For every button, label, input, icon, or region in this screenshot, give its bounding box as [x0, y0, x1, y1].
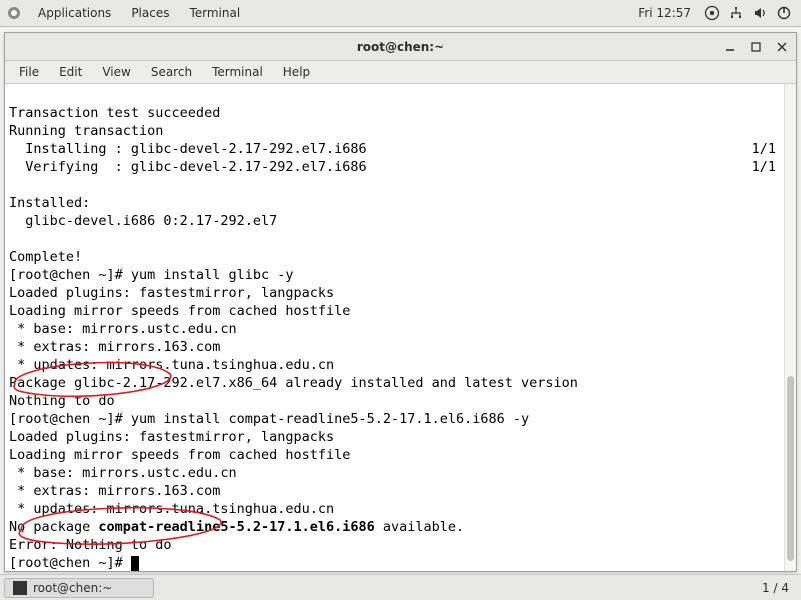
- term-ratio: 1/1: [752, 140, 776, 158]
- workspace-indicator[interactable]: 1 / 4: [754, 579, 797, 597]
- taskbar: root@chen:~ 1 / 4: [0, 574, 801, 600]
- menu-terminal[interactable]: Terminal: [202, 62, 273, 82]
- panel-menu-applications[interactable]: Applications: [28, 2, 121, 24]
- term-line: * base: mirrors.ustc.edu.cn: [9, 465, 237, 481]
- volume-icon[interactable]: [749, 2, 771, 24]
- term-line: [root@chen ~]#: [9, 555, 131, 571]
- term-line: Installing : glibc-devel-2.17-292.el7.i6…: [9, 141, 367, 157]
- scrollbar-thumb[interactable]: [787, 376, 794, 561]
- term-line: Error: Nothing to do: [9, 537, 172, 553]
- activities-icon[interactable]: [6, 5, 22, 21]
- minimize-button[interactable]: [722, 39, 738, 55]
- taskbar-item-label: root@chen:~: [33, 581, 112, 595]
- term-line: Loading mirror speeds from cached hostfi…: [9, 303, 350, 319]
- term-line: [root@chen ~]# yum install compat-readli…: [9, 411, 529, 427]
- term-ratio: 1/1: [752, 158, 776, 176]
- term-line: [root@chen ~]# yum install glibc -y: [9, 267, 293, 283]
- menu-view[interactable]: View: [92, 62, 140, 82]
- term-line: Running transaction: [9, 123, 163, 139]
- term-line: * updates: mirrors.tuna.tsinghua.edu.cn: [9, 357, 334, 373]
- maximize-button[interactable]: [748, 39, 764, 55]
- term-line: Loaded plugins: fastestmirror, langpacks: [9, 429, 334, 445]
- panel-menu-places[interactable]: Places: [121, 2, 179, 24]
- term-line: Verifying : glibc-devel-2.17-292.el7.i68…: [9, 159, 367, 175]
- term-line: available.: [375, 519, 464, 535]
- term-line: Loading mirror speeds from cached hostfi…: [9, 447, 350, 463]
- term-line: glibc-devel.i686 0:2.17-292.el7: [9, 213, 277, 229]
- term-line: * base: mirrors.ustc.edu.cn: [9, 321, 237, 337]
- top-panel: Applications Places Terminal Fri 12:57: [0, 0, 801, 27]
- term-line: Nothing to do: [9, 393, 115, 409]
- taskbar-item-terminal[interactable]: root@chen:~: [4, 578, 154, 598]
- term-line: * extras: mirrors.163.com: [9, 339, 220, 355]
- menu-search[interactable]: Search: [141, 62, 202, 82]
- power-icon[interactable]: [773, 2, 795, 24]
- term-line: * extras: mirrors.163.com: [9, 483, 220, 499]
- network-icon[interactable]: [725, 2, 747, 24]
- menu-help[interactable]: Help: [273, 62, 320, 82]
- terminal-scrollbar[interactable]: [784, 84, 796, 571]
- term-line: Transaction test succeeded: [9, 105, 220, 121]
- term-line: No package: [9, 519, 98, 535]
- terminal-window: root@chen:~ File Edit View Search Termin…: [4, 32, 797, 572]
- window-title: root@chen:~: [357, 40, 444, 54]
- titlebar[interactable]: root@chen:~: [5, 33, 796, 61]
- term-line: Complete!: [9, 249, 82, 265]
- accessibility-icon[interactable]: [701, 2, 723, 24]
- term-line: * updates: mirrors.tuna.tsinghua.edu.cn: [9, 501, 334, 517]
- menu-edit[interactable]: Edit: [49, 62, 92, 82]
- menu-file[interactable]: File: [9, 62, 49, 82]
- term-bold: compat-readline5-5.2-17.1.el6.i686: [98, 519, 374, 535]
- term-line: Installed:: [9, 195, 90, 211]
- close-button[interactable]: [774, 39, 790, 55]
- term-line: Package glibc-2.17-292.el7.x86_64 alread…: [9, 375, 578, 391]
- terminal-cursor: [131, 556, 139, 571]
- term-line: Loaded plugins: fastestmirror, langpacks: [9, 285, 334, 301]
- terminal-output[interactable]: Transaction test succeeded Running trans…: [5, 84, 796, 571]
- panel-menu-terminal[interactable]: Terminal: [179, 2, 250, 24]
- menubar: File Edit View Search Terminal Help: [5, 61, 796, 84]
- panel-clock[interactable]: Fri 12:57: [630, 2, 699, 24]
- terminal-icon: [13, 581, 27, 595]
